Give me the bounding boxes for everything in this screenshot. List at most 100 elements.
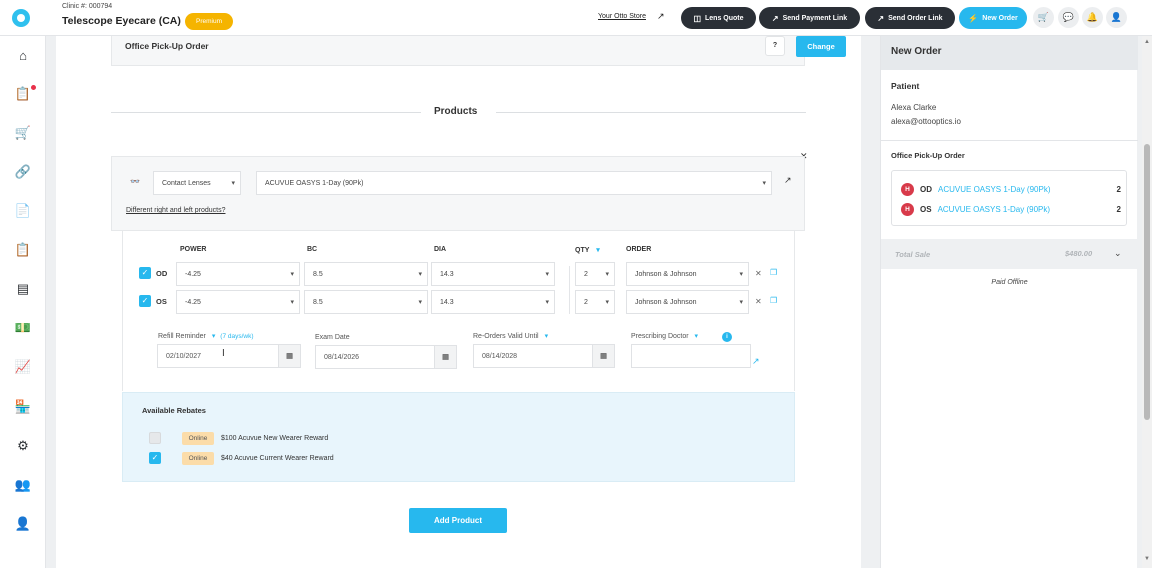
- os-bc-select[interactable]: 8.5: [304, 290, 428, 314]
- team-icon[interactable]: 👥: [0, 474, 46, 496]
- external-link-icon[interactable]: ↗: [784, 175, 792, 186]
- clinic-number: Clinic #: 000794: [62, 3, 113, 10]
- scrollbar[interactable]: ▲ ▼: [1142, 36, 1152, 568]
- dropdown-icon[interactable]: ▾: [212, 333, 216, 340]
- calendar-icon[interactable]: ▦: [279, 344, 301, 368]
- chat-icon[interactable]: 💬: [1058, 7, 1079, 28]
- text-cursor-icon: I: [222, 348, 225, 359]
- os-order-select[interactable]: Johnson & Johnson: [626, 290, 749, 314]
- analytics-icon[interactable]: 📈: [0, 356, 46, 378]
- order-item-product[interactable]: ACUVUE OASYS 1-Day (90Pk): [938, 205, 1050, 214]
- pickup-title: Office Pick-Up Order: [125, 41, 209, 51]
- sort-icon[interactable]: ▾: [596, 247, 600, 254]
- order-item-product[interactable]: ACUVUE OASYS 1-Day (90Pk): [938, 185, 1050, 194]
- settings-icon[interactable]: ⚙: [0, 435, 46, 457]
- link-out-icon: ↗: [771, 13, 779, 23]
- link-icon[interactable]: 🔗: [0, 161, 46, 183]
- send-order-link-label: Send Order Link: [888, 14, 943, 22]
- refill-reminder-hint[interactable]: (7 days/wk): [220, 333, 253, 340]
- scroll-up-icon[interactable]: ▲: [1142, 39, 1152, 45]
- od-qty-select[interactable]: 2: [575, 262, 615, 286]
- orders-icon[interactable]: 📋: [0, 83, 46, 105]
- exam-date-field[interactable]: 08/14/2026: [315, 345, 435, 369]
- qty-header: QTY ▾: [575, 246, 600, 254]
- new-order-label: New Order: [982, 14, 1018, 22]
- os-dia-select[interactable]: 14.3: [431, 290, 555, 314]
- os-power-select[interactable]: -4.25: [176, 290, 300, 314]
- rebate-checkbox[interactable]: [149, 432, 161, 444]
- reorders-text: Re-Orders Valid Until: [473, 333, 539, 340]
- pickup-bar: Office Pick-Up Order ? Change: [111, 36, 846, 66]
- prescribing-doctor-field[interactable]: [631, 344, 751, 368]
- cart-icon[interactable]: 🛒: [0, 122, 46, 144]
- contact-lens-icon: 👓: [130, 177, 140, 186]
- os-checkbox[interactable]: ✓: [139, 295, 151, 307]
- os-clear-icon[interactable]: ✕: [755, 297, 762, 306]
- od-clear-icon[interactable]: ✕: [755, 269, 762, 278]
- od-bc-value: 8.5: [313, 270, 323, 278]
- external-link-icon[interactable]: ↗: [752, 356, 760, 367]
- send-order-link-button[interactable]: ↗ Send Order Link: [865, 7, 955, 29]
- rebates-title: Available Rebates: [142, 406, 206, 415]
- od-order-select[interactable]: Johnson & Johnson: [626, 262, 749, 286]
- cart-icon[interactable]: 🛒: [1033, 7, 1054, 28]
- order-items: H OD ACUVUE OASYS 1-Day (90Pk) 2 H OS AC…: [891, 170, 1127, 226]
- add-product-button[interactable]: Add Product: [409, 508, 507, 533]
- rebate-checkbox[interactable]: ✓: [149, 452, 161, 464]
- send-payment-link-button[interactable]: ↗ Send Payment Link: [759, 7, 860, 29]
- bc-header: BC: [307, 246, 318, 253]
- od-bc-select[interactable]: 8.5: [304, 262, 428, 286]
- otto-logo[interactable]: [12, 9, 30, 27]
- main-content: Office Pick-Up Order ? Change Products ✕…: [56, 36, 861, 568]
- refill-reminder-field[interactable]: 02/10/2027: [157, 344, 279, 368]
- lens-badge: H: [901, 182, 914, 196]
- rebates-panel: Available Rebates Online $100 Acuvue New…: [122, 392, 795, 482]
- sidebar: ⌂ 📋 🛒 🔗 📄 📋 ▤ 💵 📈 🏪 ⚙ 👥 👤: [0, 36, 46, 568]
- inventory-icon[interactable]: ▤: [0, 278, 46, 300]
- bell-icon[interactable]: 🔔: [1082, 7, 1103, 28]
- product-select[interactable]: ACUVUE OASYS 1-Day (90Pk): [256, 171, 772, 195]
- different-products-link[interactable]: Different right and left products?: [126, 207, 225, 214]
- store-icon[interactable]: 🏪: [0, 396, 46, 418]
- scroll-down-icon[interactable]: ▼: [1142, 556, 1152, 562]
- dropdown-icon[interactable]: ▾: [545, 333, 549, 340]
- os-order-value: Johnson & Johnson: [635, 298, 697, 306]
- change-button[interactable]: Change: [796, 36, 846, 57]
- product-type-select[interactable]: Contact Lenses: [153, 171, 241, 195]
- refill-reminder-label: Refill Reminder ▾ (7 days/wk): [158, 332, 254, 340]
- help-icon[interactable]: ?: [765, 36, 785, 56]
- dia-header: DIA: [434, 246, 447, 253]
- lens-quote-label: Lens Quote: [705, 14, 744, 22]
- patient-name: Alexa Clarke: [891, 103, 937, 112]
- external-link-icon[interactable]: ↗: [657, 11, 665, 22]
- os-qty-select[interactable]: 2: [575, 290, 615, 314]
- product-type-value: Contact Lenses: [162, 179, 211, 187]
- reorders-label: Re-Orders Valid Until ▾: [473, 332, 548, 340]
- money-icon[interactable]: 💵: [0, 317, 46, 339]
- calendar-icon[interactable]: ▦: [435, 345, 457, 369]
- order-item-qty: 2: [1116, 184, 1121, 194]
- home-icon[interactable]: ⌂: [0, 44, 46, 66]
- info-icon[interactable]: i: [722, 332, 732, 342]
- od-power-select[interactable]: -4.25: [176, 262, 300, 286]
- chevron-down-icon[interactable]: ⌄: [1114, 248, 1122, 259]
- os-bc-value: 8.5: [313, 298, 323, 306]
- lens-badge: H: [901, 202, 914, 216]
- os-copy-icon[interactable]: ❐: [770, 296, 777, 305]
- clipboard-icon[interactable]: 📋: [0, 239, 46, 261]
- dropdown-icon[interactable]: ▾: [695, 333, 699, 340]
- total-sale-row[interactable]: Total Sale $480.00 ⌄: [881, 239, 1138, 269]
- lens-quote-button[interactable]: ◫ Lens Quote: [681, 7, 756, 29]
- document-icon[interactable]: 📄: [0, 200, 46, 222]
- od-copy-icon[interactable]: ❐: [770, 268, 777, 277]
- prescription-area: POWER BC DIA QTY ▾ ORDER ✓ OD -4.25 8.5 …: [122, 231, 795, 391]
- new-order-button[interactable]: ⚡ New Order: [959, 7, 1027, 29]
- reorders-field[interactable]: 08/14/2028: [473, 344, 593, 368]
- od-checkbox[interactable]: ✓: [139, 267, 151, 279]
- od-dia-select[interactable]: 14.3: [431, 262, 555, 286]
- calendar-icon[interactable]: ▦: [593, 344, 615, 368]
- store-link[interactable]: Your Otto Store: [598, 13, 646, 20]
- profile-icon[interactable]: 👤: [0, 513, 46, 535]
- user-icon[interactable]: 👤: [1106, 7, 1127, 28]
- scroll-thumb[interactable]: [1144, 144, 1150, 420]
